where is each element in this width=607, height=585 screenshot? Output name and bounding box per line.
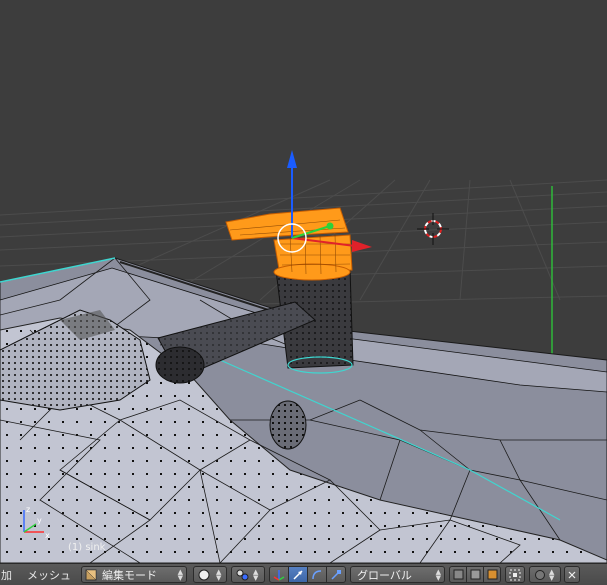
layer-icon	[453, 569, 463, 580]
gizmo-z-label: z	[26, 505, 30, 514]
edge-select-button[interactable]	[466, 566, 484, 583]
updown-arrows-icon: ▲ ▼	[177, 567, 183, 582]
face-select-icon	[487, 569, 497, 580]
face-select-button[interactable]	[483, 566, 501, 583]
proportional-icon	[535, 569, 545, 580]
edge-select-icon	[470, 569, 480, 580]
pivot-icon	[236, 569, 249, 580]
scene-canvas[interactable]	[0, 0, 607, 563]
viewport-shading-select[interactable]: ▲ ▼	[193, 566, 227, 583]
3d-viewport[interactable]: z x y (1) sink	[0, 0, 607, 563]
scale-button[interactable]	[326, 566, 346, 583]
limit-selection-button[interactable]	[505, 566, 525, 583]
manipulator-toggle[interactable]	[269, 566, 289, 583]
rotate-button[interactable]	[307, 566, 327, 583]
manipulator-icon	[273, 569, 285, 581]
updown-arrows-icon: ▲ ▼	[435, 567, 441, 582]
vertex-select-button[interactable]	[449, 566, 467, 583]
render-icon	[568, 571, 576, 578]
proportional-edit-select[interactable]: ▲ ▼	[529, 566, 561, 583]
edit-mode-icon	[85, 569, 97, 581]
orientation-select[interactable]: グローバル ▲ ▼	[350, 566, 445, 583]
gizmo-x-label: x	[45, 531, 50, 540]
rotate-icon	[312, 569, 322, 579]
select-mode-group	[449, 566, 501, 583]
pivot-select[interactable]: ▲ ▼	[231, 566, 265, 583]
render-button[interactable]	[564, 566, 580, 583]
translate-button[interactable]	[288, 566, 308, 583]
gizmo-y-label: y	[37, 516, 42, 525]
translate-icon	[293, 569, 303, 580]
viewport-shading-icon	[198, 569, 210, 580]
z-arrow	[287, 150, 297, 168]
object-name-label: (1) sink	[68, 542, 106, 553]
x-arrow	[352, 240, 372, 252]
3d-cursor-icon	[417, 213, 449, 245]
mode-select[interactable]: 編集モード ▲ ▼	[81, 566, 187, 583]
view-axis-gizmo: z x y	[23, 505, 50, 540]
manipulator-group	[269, 566, 346, 583]
orientation-select-label: グローバル	[357, 568, 412, 582]
scale-icon	[331, 569, 341, 580]
updown-arrows-icon: ▲ ▼	[549, 567, 555, 582]
mode-select-label: 編集モード	[102, 568, 157, 582]
mesh-menu[interactable]: メッシュ	[23, 567, 75, 583]
snap-icon	[509, 569, 521, 580]
updown-arrows-icon: ▲ ▼	[216, 567, 222, 582]
add-menu[interactable]: 加	[0, 567, 23, 583]
updown-arrows-icon: ▲ ▼	[253, 567, 259, 582]
viewport-header: 加 メッシュ 編集モード ▲ ▼ ▲ ▼ ▲ ▼ グローバル ▲ ▼ ▲ ▼	[0, 563, 607, 585]
y-arrow	[326, 222, 334, 230]
